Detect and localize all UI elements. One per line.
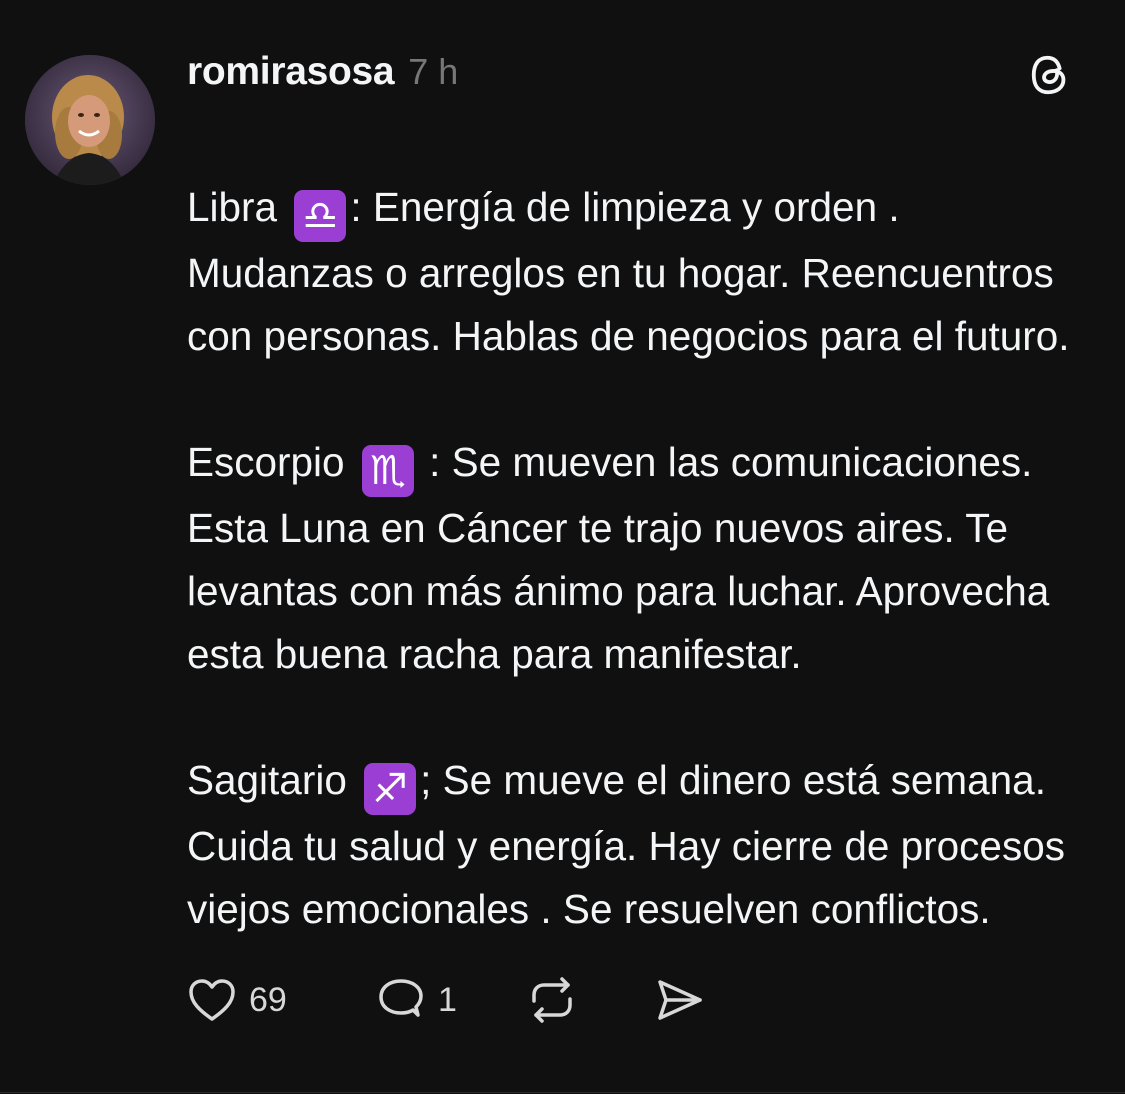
avatar-image bbox=[25, 55, 155, 185]
divider bbox=[0, 1092, 1125, 1093]
send-icon bbox=[658, 980, 702, 1020]
post-header: romirasosa 7 h bbox=[187, 50, 458, 98]
scorpio-zodiac-icon: ♏ bbox=[361, 445, 414, 497]
sagittarius-zodiac-icon: ♐ bbox=[364, 763, 417, 815]
like-button[interactable]: 69 bbox=[187, 977, 302, 1023]
avatar[interactable] bbox=[25, 55, 155, 185]
username[interactable]: romirasosa bbox=[187, 50, 395, 94]
libra-zodiac-icon: ♎ bbox=[294, 190, 347, 242]
speech-bubble-icon bbox=[379, 979, 423, 1017]
sign-name-escorpio: Escorpio bbox=[187, 439, 356, 485]
thread-post: romirasosa 7 h Libra ♎: Energía de limpi… bbox=[0, 0, 1125, 1094]
sign-name-sagitario: Sagitario bbox=[187, 757, 359, 803]
heart-icon bbox=[189, 979, 235, 1021]
paragraph-sagitario: Sagitario ♐; Se mueve el dinero está sem… bbox=[187, 749, 1092, 941]
sign-name-libra: Libra bbox=[187, 184, 289, 230]
paragraph-escorpio: Escorpio ♏ : Se mueven las comunicacione… bbox=[187, 431, 1092, 686]
post-body: Libra ♎: Energía de limpieza y orden . M… bbox=[187, 113, 1092, 1004]
post-actions: 69 1 bbox=[187, 972, 706, 1028]
repost-arrows-icon bbox=[532, 977, 572, 1023]
paragraph-libra: Libra ♎: Energía de limpieza y orden . M… bbox=[187, 176, 1092, 368]
threads-logo-icon[interactable] bbox=[1028, 52, 1074, 98]
reply-count: 1 bbox=[438, 980, 457, 1019]
repost-button[interactable] bbox=[526, 975, 578, 1025]
reply-button[interactable]: 1 bbox=[376, 977, 460, 1023]
post-time: 7 h bbox=[408, 51, 459, 92]
share-button[interactable] bbox=[654, 976, 706, 1024]
like-count: 69 bbox=[249, 980, 287, 1019]
